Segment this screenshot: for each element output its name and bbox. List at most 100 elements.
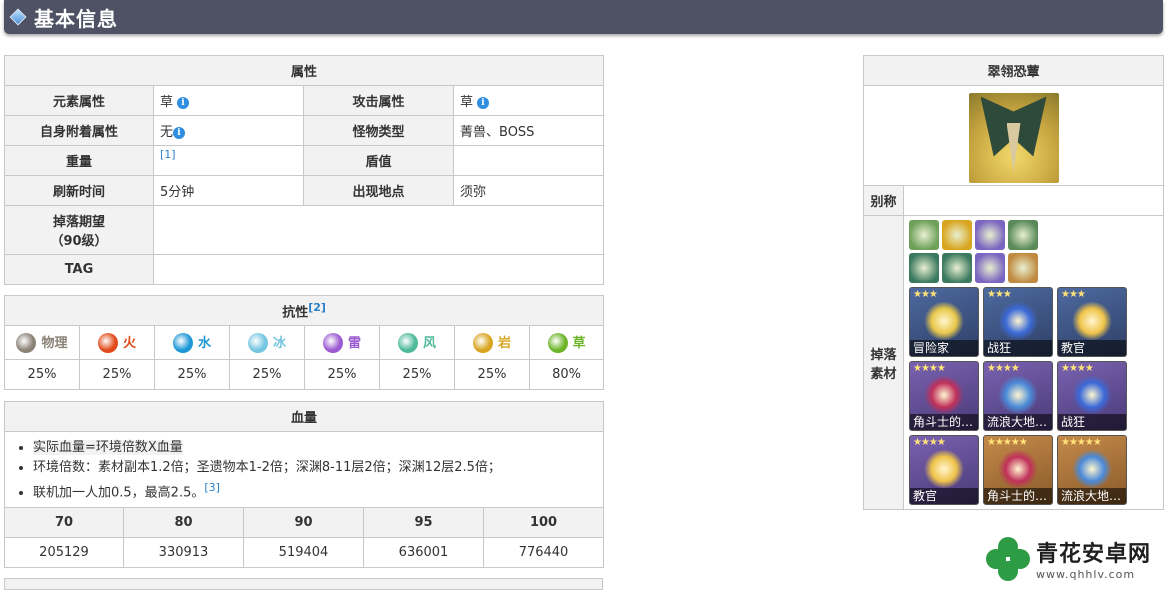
reference-link[interactable]: [3] bbox=[204, 481, 220, 494]
artifact-label: 战狂 bbox=[1058, 414, 1126, 430]
rarity-stars: ★★★★★ bbox=[987, 437, 1028, 448]
green-gem-3-icon[interactable] bbox=[975, 253, 1005, 283]
green-gem-2-icon[interactable] bbox=[942, 253, 972, 283]
artifact-card[interactable]: ★★★★ 流浪大地… bbox=[983, 361, 1053, 431]
artifact-card[interactable]: ★★★★ 教官 bbox=[909, 435, 979, 505]
green-gem-1-icon[interactable] bbox=[909, 253, 939, 283]
resistance-value: 25% bbox=[304, 359, 380, 390]
artifact-card[interactable]: ★★★ 冒险家 bbox=[909, 287, 979, 357]
hp-level: 80 bbox=[123, 507, 244, 539]
watermark-url: www.qhhlv.com bbox=[1036, 568, 1136, 581]
resistance-element: 风 bbox=[379, 325, 455, 360]
artifact-card[interactable]: ★★★★★ 角斗士的… bbox=[983, 435, 1053, 505]
hp-level: 90 bbox=[243, 507, 364, 539]
hp-value: 330913 bbox=[123, 537, 244, 569]
hp-note: 联机加一人加0.5，最高2.5。[3] bbox=[33, 478, 593, 503]
attr-label: 元素属性 bbox=[4, 85, 154, 116]
artifact-label: 冒险家 bbox=[910, 340, 978, 356]
attr-value: [1] bbox=[153, 145, 304, 176]
element-icon bbox=[16, 333, 37, 354]
attr-label: 攻击属性 bbox=[303, 85, 454, 116]
attr-label: 刷新时间 bbox=[4, 175, 154, 206]
next-section-header bbox=[4, 578, 603, 590]
attr-value: 草i bbox=[153, 85, 304, 116]
drop-expectation-value bbox=[152, 205, 605, 255]
resistance-value: 80% bbox=[528, 359, 605, 390]
artifact-flower-icon bbox=[924, 376, 964, 414]
resistance-element: 岩 bbox=[454, 325, 530, 360]
hp-title: 血量 bbox=[3, 401, 605, 432]
artifact-flower-icon bbox=[998, 376, 1038, 414]
artifact-card[interactable]: ★★★★ 战狂 bbox=[1057, 361, 1127, 431]
green-feather-icon[interactable] bbox=[1008, 220, 1038, 250]
attr-value: 无i bbox=[153, 115, 304, 146]
mora-icon[interactable] bbox=[942, 220, 972, 250]
info-icon[interactable]: i bbox=[177, 96, 190, 109]
artifact-label: 角斗士的… bbox=[984, 488, 1052, 504]
artifact-card[interactable]: ★★★★ 角斗士的… bbox=[909, 361, 979, 431]
attr-value bbox=[452, 145, 605, 176]
artifact-label: 流浪大地… bbox=[984, 414, 1052, 430]
site-watermark: 青花安卓网 www.qhhlv.com bbox=[986, 536, 1151, 581]
monster-name: 翠翎恐蕈 bbox=[862, 55, 1165, 86]
reference-link[interactable]: [2] bbox=[308, 301, 326, 314]
ar-exp-icon[interactable] bbox=[909, 220, 939, 250]
reference-link[interactable]: [1] bbox=[160, 148, 176, 161]
attr-value: 菁兽、BOSS bbox=[452, 115, 605, 146]
artifact-flower-icon bbox=[924, 450, 964, 488]
rarity-stars: ★★★★ bbox=[913, 437, 946, 448]
resistance-value: 25% bbox=[79, 359, 155, 390]
rarity-stars: ★★★★★ bbox=[1061, 437, 1102, 448]
hp-value: 636001 bbox=[363, 537, 484, 569]
attr-label: 重量 bbox=[4, 145, 154, 176]
rarity-stars: ★★★ bbox=[987, 289, 1012, 300]
artifact-label: 教官 bbox=[1058, 340, 1126, 356]
artifact-card[interactable]: ★★★ 战狂 bbox=[983, 287, 1053, 357]
info-icon[interactable]: i bbox=[173, 126, 186, 139]
drops-label: 掉落 素材 bbox=[863, 215, 904, 510]
resistance-element: 草 bbox=[528, 325, 605, 360]
artifact-label: 战狂 bbox=[984, 340, 1052, 356]
artifact-flower-icon bbox=[998, 450, 1038, 488]
attr-label: 自身附着属性 bbox=[4, 115, 154, 146]
artifact-card[interactable]: ★★★★★ 流浪大地… bbox=[1057, 435, 1127, 505]
artifact-label: 角斗士的… bbox=[910, 414, 978, 430]
element-icon bbox=[397, 333, 418, 354]
resistance-title: 抗性[2] bbox=[3, 295, 605, 326]
info-icon[interactable]: i bbox=[477, 96, 490, 109]
section-header: 基本信息 bbox=[4, 0, 1163, 34]
monster-portrait-cell bbox=[862, 85, 1165, 186]
artifact-flower-icon bbox=[924, 302, 964, 340]
attributes-table: 属性 元素属性 草i 攻击属性 草i 自身附着属性 无i 怪物类型 菁兽、BOS… bbox=[3, 55, 605, 285]
hp-level: 100 bbox=[482, 507, 605, 539]
attr-value: 草i bbox=[452, 85, 605, 116]
section-title: 基本信息 bbox=[34, 6, 118, 31]
resistance-element: 物理 bbox=[4, 325, 80, 360]
resistance-table: 抗性[2] 物理火水冰雷风岩草 25% 25% 25% 25% 25% 25% 25% 80% bbox=[3, 295, 605, 390]
companionship-icon[interactable] bbox=[975, 220, 1005, 250]
hp-value: 519404 bbox=[243, 537, 364, 569]
green-gem-4-icon[interactable] bbox=[1008, 253, 1038, 283]
resistance-value: 25% bbox=[454, 359, 530, 390]
watermark-title: 青花安卓网 bbox=[1036, 542, 1152, 567]
rarity-stars: ★★★ bbox=[1061, 289, 1086, 300]
attr-label: 盾值 bbox=[303, 145, 454, 176]
attr-value: 5分钟 bbox=[153, 175, 304, 206]
resistance-value: 25% bbox=[4, 359, 80, 390]
tag-value bbox=[152, 254, 605, 285]
drop-expectation-label: 掉落期望 （90级） bbox=[4, 205, 154, 255]
alias-label: 别称 bbox=[863, 185, 904, 216]
resistance-element: 冰 bbox=[229, 325, 305, 360]
alias-value bbox=[902, 185, 1165, 216]
hp-level: 95 bbox=[363, 507, 484, 539]
monster-portrait[interactable] bbox=[968, 92, 1059, 183]
rarity-stars: ★★★ bbox=[913, 289, 938, 300]
diamond-icon bbox=[9, 8, 27, 26]
site-logo-icon bbox=[986, 536, 1030, 581]
hp-value: 205129 bbox=[4, 537, 124, 569]
element-icon bbox=[247, 333, 268, 354]
artifact-flower-icon bbox=[1072, 450, 1112, 488]
artifact-card[interactable]: ★★★ 教官 bbox=[1057, 287, 1127, 357]
artifact-flower-icon bbox=[1072, 376, 1112, 414]
artifact-flower-icon bbox=[1072, 302, 1112, 340]
